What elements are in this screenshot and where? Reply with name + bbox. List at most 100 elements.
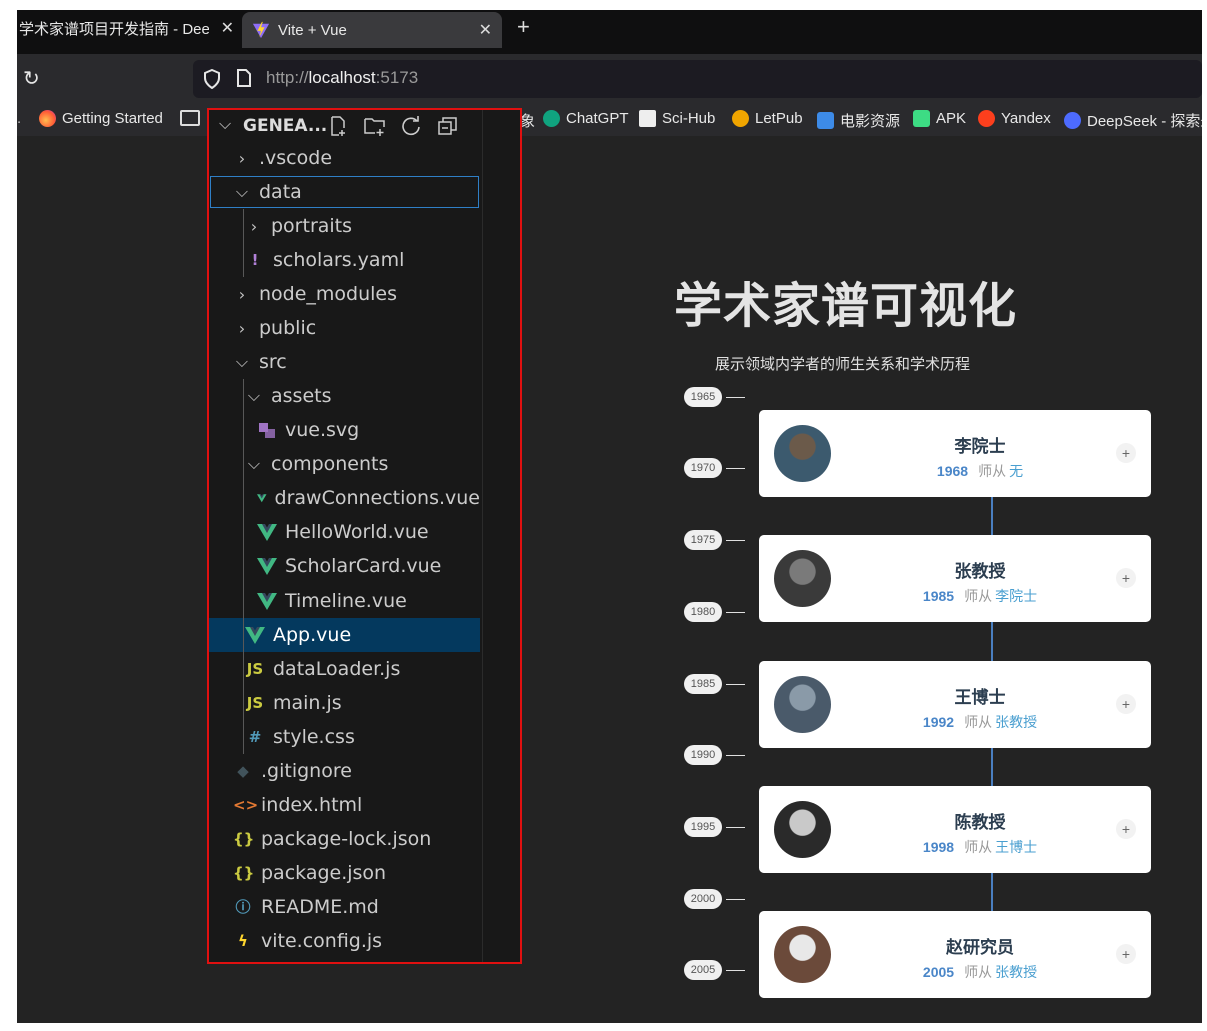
explorer-item-main-js[interactable]: JS main.js xyxy=(209,686,480,720)
bookmark-getting-started[interactable]: Getting Started xyxy=(39,110,163,127)
explorer-item-components[interactable]: ⌵ components xyxy=(209,447,480,481)
svg-file-icon xyxy=(259,423,275,439)
expand-button[interactable]: + xyxy=(1116,694,1136,714)
explorer-item-label: data xyxy=(259,181,302,204)
collapse-all-icon[interactable] xyxy=(437,116,459,136)
explorer-item-label: dataLoader.js xyxy=(273,657,401,680)
explorer-item-scholarcard-vue[interactable]: ScholarCard.vue xyxy=(209,549,480,583)
bookmark-apk[interactable]: APK xyxy=(913,110,966,127)
reload-icon[interactable]: ↻ xyxy=(23,66,40,91)
page-title: 学术家谱可视化 xyxy=(674,280,1018,333)
timeline-year-label: 1970 xyxy=(684,458,722,478)
expand-button[interactable]: + xyxy=(1116,819,1136,839)
scholar-meta: 1998 师从 王博士 xyxy=(759,837,1151,857)
explorer-item-label: assets xyxy=(271,385,332,408)
explorer-item-helloworld-vue[interactable]: HelloWorld.vue xyxy=(209,515,480,549)
explorer-item-vite-config-js[interactable]: ϟ vite.config.js xyxy=(209,924,480,958)
explorer-item-app-vue[interactable]: App.vue xyxy=(209,617,480,652)
mentor-connector-line xyxy=(991,497,993,535)
chevron-down-icon[interactable]: ⌵ xyxy=(233,352,251,372)
bookmark-deepseek[interactable]: DeepSeek - 探索未 xyxy=(1064,110,1202,131)
explorer-scrollbar[interactable] xyxy=(482,110,483,962)
mentor-connector-line xyxy=(991,873,993,911)
mentor-link[interactable]: 无 xyxy=(1009,463,1023,479)
chevron-down-icon[interactable]: ⌵ xyxy=(233,182,251,202)
refresh-icon[interactable] xyxy=(400,115,422,137)
chevron-right-icon[interactable]: › xyxy=(245,217,263,236)
chevron-down-icon[interactable]: ⌵ xyxy=(219,116,231,134)
explorer-item-label: .gitignore xyxy=(261,759,352,782)
letpub-icon xyxy=(732,110,749,127)
explorer-item-public[interactable]: › public xyxy=(209,311,480,345)
scholar-card[interactable]: 赵研究员 2005 师从 张教授 + xyxy=(759,911,1151,998)
address-bar[interactable]: http://localhost:5173 xyxy=(193,60,1202,98)
explorer-item-vue-svg[interactable]: vue.svg xyxy=(209,413,480,447)
explorer-item-package-json[interactable]: {} package.json xyxy=(209,856,480,890)
mentor-link[interactable]: 张教授 xyxy=(995,714,1037,730)
explorer-item-index-html[interactable]: <> index.html xyxy=(209,788,480,822)
scholar-meta: 2005 师从 张教授 xyxy=(759,962,1151,982)
explorer-item-src[interactable]: ⌵ src xyxy=(209,345,480,379)
mentor-label: 师从 xyxy=(964,588,993,604)
folder-icon[interactable] xyxy=(180,110,200,126)
new-file-icon[interactable] xyxy=(328,115,350,137)
bookmark-partial[interactable]: 象 xyxy=(520,110,535,131)
explorer-item-style-css[interactable]: # style.css xyxy=(209,720,480,754)
scholar-card[interactable]: 李院士 1968 师从无 + xyxy=(759,410,1151,497)
new-tab-button[interactable]: + xyxy=(517,14,530,40)
mentor-link[interactable]: 张教授 xyxy=(995,964,1037,980)
explorer-item-readme-md[interactable]: ⓘ README.md xyxy=(209,890,480,924)
timeline-tick xyxy=(726,397,745,398)
shield-icon[interactable] xyxy=(203,69,221,89)
timeline-tick xyxy=(726,899,745,900)
scholar-card[interactable]: 张教授 1985 师从 李院士 + xyxy=(759,535,1151,622)
scholar-year: 2005 xyxy=(922,964,955,980)
bookmark-overflow[interactable]: . xyxy=(17,110,21,127)
new-folder-icon[interactable] xyxy=(363,115,387,137)
json-file-icon: {} xyxy=(233,863,255,882)
tab-vite-vue[interactable]: Vite + Vue ✕ xyxy=(242,12,502,48)
bookmark-chatgpt[interactable]: ChatGPT xyxy=(543,110,629,127)
page-info-icon[interactable] xyxy=(237,69,251,87)
timeline-tick xyxy=(726,827,745,828)
explorer-item-scholars-yaml[interactable]: ! scholars.yaml xyxy=(209,243,480,277)
chevron-down-icon[interactable]: ⌵ xyxy=(245,454,263,474)
json-file-icon: {} xyxy=(233,829,255,848)
vue-file-icon xyxy=(257,524,277,542)
explorer-item-vscode[interactable]: › .vscode xyxy=(209,141,480,175)
scholar-card[interactable]: 王博士 1992 师从 张教授 + xyxy=(759,661,1151,748)
bookmark-yandex[interactable]: Yandex xyxy=(978,110,1051,127)
explorer-item-node-modules[interactable]: › node_modules xyxy=(209,277,480,311)
explorer-item-dataloader-js[interactable]: JS dataLoader.js xyxy=(209,652,480,686)
mentor-label: 师从 xyxy=(978,463,1007,479)
timeline-year-label: 1975 xyxy=(684,530,722,550)
explorer-header[interactable]: ⌵ GENEA... xyxy=(209,110,479,142)
url-text[interactable]: http://localhost:5173 xyxy=(266,68,418,88)
close-icon[interactable]: ✕ xyxy=(479,20,492,40)
tab-deepseek[interactable]: 学术家谱项目开发指南 - DeepS ✕ xyxy=(17,10,238,46)
explorer-item-drawconnections-vue[interactable]: drawConnections.vue xyxy=(209,481,480,515)
explorer-item-assets[interactable]: ⌵ assets xyxy=(209,379,480,413)
chevron-right-icon[interactable]: › xyxy=(233,285,251,304)
explorer-item-package-lock-json[interactable]: {} package-lock.json xyxy=(209,822,480,856)
expand-button[interactable]: + xyxy=(1116,568,1136,588)
explorer-item-portraits[interactable]: › portraits xyxy=(209,209,480,243)
scholar-card[interactable]: 陈教授 1998 师从 王博士 + xyxy=(759,786,1151,873)
expand-button[interactable]: + xyxy=(1116,443,1136,463)
chevron-down-icon[interactable]: ⌵ xyxy=(245,386,263,406)
chevron-right-icon[interactable]: › xyxy=(233,149,251,168)
js-file-icon: JS xyxy=(246,693,264,712)
chevron-right-icon[interactable]: › xyxy=(233,319,251,338)
explorer-item-timeline-vue[interactable]: Timeline.vue xyxy=(209,584,480,618)
mentor-link[interactable]: 王博士 xyxy=(995,839,1037,855)
bookmark-movies[interactable]: 电影资源 xyxy=(817,110,900,131)
explorer-item-data[interactable]: ⌵ data xyxy=(209,175,480,209)
bookmark-letpub[interactable]: LetPub xyxy=(732,110,803,127)
explorer-item-label: HelloWorld.vue xyxy=(285,521,429,544)
movie-icon xyxy=(817,112,834,129)
explorer-item-gitignore[interactable]: ◆ .gitignore xyxy=(209,754,480,788)
bookmark-scihub[interactable]: Sci-Hub xyxy=(639,110,715,127)
mentor-link[interactable]: 李院士 xyxy=(995,588,1037,604)
expand-button[interactable]: + xyxy=(1116,944,1136,964)
close-icon[interactable]: ✕ xyxy=(221,18,234,38)
